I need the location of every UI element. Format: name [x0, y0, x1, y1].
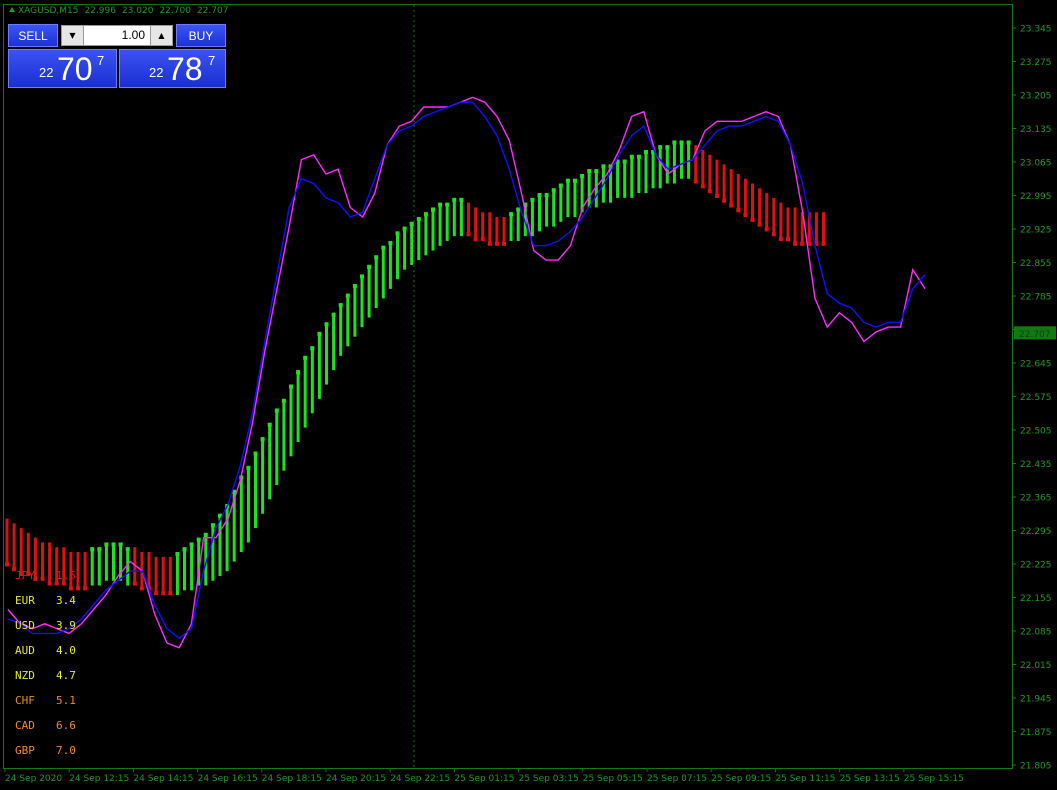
- currency-strength-value: 6.6: [56, 719, 76, 732]
- time-tick-label: 24 Sep 20:15: [326, 774, 386, 784]
- currency-strength-value: 4.7: [56, 669, 76, 682]
- currency-code: EUR: [15, 594, 35, 607]
- price-tick-label: 22.225: [1020, 561, 1052, 571]
- time-tick-label: 24 Sep 14:15: [133, 774, 193, 784]
- currency-strength-value: 7.0: [56, 744, 76, 757]
- price-tick-label: 22.155: [1020, 594, 1052, 604]
- price-tick-label: 22.015: [1020, 661, 1052, 671]
- low-value: 22.700: [159, 6, 191, 16]
- time-tick-label: 25 Sep 13:15: [840, 774, 900, 784]
- time-tick-label: 25 Sep 01:15: [454, 774, 514, 784]
- sell-price-quote[interactable]: 22 70 7: [8, 49, 117, 88]
- buy-price-super: 7: [208, 53, 216, 68]
- currency-code: JPY: [15, 569, 35, 582]
- price-tick-label: 23.345: [1020, 25, 1052, 35]
- currency-strength-row: CHF 5.1: [15, 694, 76, 707]
- lot-size-control: ▼ 1.00 ▲: [61, 25, 173, 46]
- price-tick-label: 22.575: [1020, 393, 1052, 403]
- buy-button[interactable]: BUY: [176, 24, 226, 47]
- one-click-trading-panel: SELL ▼ 1.00 ▲ BUY 22 70 7 22 78 7: [8, 24, 228, 88]
- lot-increase-icon[interactable]: ▲: [150, 26, 172, 45]
- lot-size-input[interactable]: 1.00: [84, 26, 150, 45]
- symbol-label: XAGUSD,M15: [18, 6, 79, 16]
- time-tick-label: 24 Sep 16:15: [198, 774, 258, 784]
- collapse-triangle-icon[interactable]: [9, 7, 15, 12]
- close-value: 22.707: [196, 6, 229, 16]
- currency-strength-row: NZD 4.7: [15, 669, 76, 682]
- time-tick-label: 25 Sep 15:15: [904, 774, 964, 784]
- sell-price-super: 7: [97, 53, 105, 68]
- time-tick-label: 25 Sep 11:15: [775, 774, 835, 784]
- currency-code: GBP: [15, 744, 35, 757]
- currency-strength-value: 3.4: [56, 594, 76, 607]
- buy-price-prefix: 22: [149, 65, 164, 80]
- current-price-label: 22.707: [1019, 330, 1051, 340]
- price-tick-label: 21.945: [1020, 695, 1052, 705]
- price-tick-label: 22.785: [1020, 293, 1052, 303]
- price-tick-label: 22.435: [1020, 460, 1052, 470]
- current-price-tag: 22.707: [1014, 326, 1056, 340]
- currency-code: NZD: [15, 669, 35, 682]
- currency-code: AUD: [15, 644, 35, 657]
- price-tick-label: 22.295: [1020, 527, 1052, 537]
- price-tick-label: 23.135: [1020, 125, 1052, 135]
- price-tick-label: 21.805: [1020, 762, 1052, 772]
- currency-strength-row: USD 3.9: [15, 619, 76, 632]
- currency-code: USD: [15, 619, 35, 632]
- price-tick-label: 21.875: [1020, 728, 1052, 738]
- plot-border: [3, 4, 1013, 769]
- currency-strength-row: AUD 4.0: [15, 644, 76, 657]
- high-value: 23.020: [121, 6, 154, 16]
- price-tick-label: 23.205: [1020, 92, 1052, 102]
- currency-strength-row: EUR 3.4: [15, 594, 76, 607]
- price-tick-label: 22.505: [1020, 427, 1052, 437]
- price-tick-label: 22.085: [1020, 628, 1052, 638]
- currency-strength-value: 5.1: [56, 694, 76, 707]
- price-tick-label: 22.925: [1020, 226, 1052, 236]
- time-tick-label: 24 Sep 18:15: [262, 774, 322, 784]
- currency-strength-value: 1.5: [56, 569, 76, 582]
- chart-window[interactable]: 23.345 23.275 23.205 23.135 23.065 22.995 22.9…: [0, 0, 1057, 790]
- price-tick-label: 23.275: [1020, 58, 1052, 68]
- price-tick-label: 23.065: [1020, 159, 1052, 169]
- buy-price-quote[interactable]: 22 78 7: [119, 49, 226, 88]
- time-tick-label: 24 Sep 2020: [5, 774, 62, 784]
- sell-price-main: 70: [57, 51, 93, 87]
- time-tick-label: 25 Sep 07:15: [647, 774, 707, 784]
- currency-strength-value: 4.0: [56, 644, 76, 657]
- currency-strength-value: 3.9: [56, 619, 76, 632]
- currency-code: CHF: [15, 694, 35, 707]
- price-tick-label: 22.645: [1020, 360, 1052, 370]
- time-tick-label: 25 Sep 09:15: [711, 774, 771, 784]
- currency-strength-row: GBP 7.0: [15, 744, 76, 757]
- time-tick-label: 24 Sep 12:15: [69, 774, 129, 784]
- currency-strength-row: JPY 1.5: [15, 569, 76, 582]
- price-tick-label: 22.995: [1020, 192, 1052, 202]
- lot-decrease-icon[interactable]: ▼: [62, 26, 84, 45]
- open-value: 22.996: [84, 6, 116, 16]
- time-tick-label: 25 Sep 03:15: [519, 774, 579, 784]
- time-axis: 24 Sep 2020 24 Sep 12:15 24 Sep 14:15 24 Se…: [4, 768, 964, 784]
- price-tick-label: 22.365: [1020, 494, 1052, 504]
- chart-header: XAGUSD,M15 22.996 23.020 22.700 22.707: [9, 6, 228, 16]
- currency-code: CAD: [15, 719, 35, 732]
- buy-price-main: 78: [167, 51, 203, 87]
- currency-strength-row: CAD 6.6: [15, 719, 76, 732]
- sell-price-prefix: 22: [39, 65, 54, 80]
- time-tick-label: 24 Sep 22:15: [390, 774, 450, 784]
- time-tick-label: 25 Sep 05:15: [583, 774, 643, 784]
- price-tick-label: 22.855: [1020, 259, 1052, 269]
- sell-button[interactable]: SELL: [8, 24, 58, 47]
